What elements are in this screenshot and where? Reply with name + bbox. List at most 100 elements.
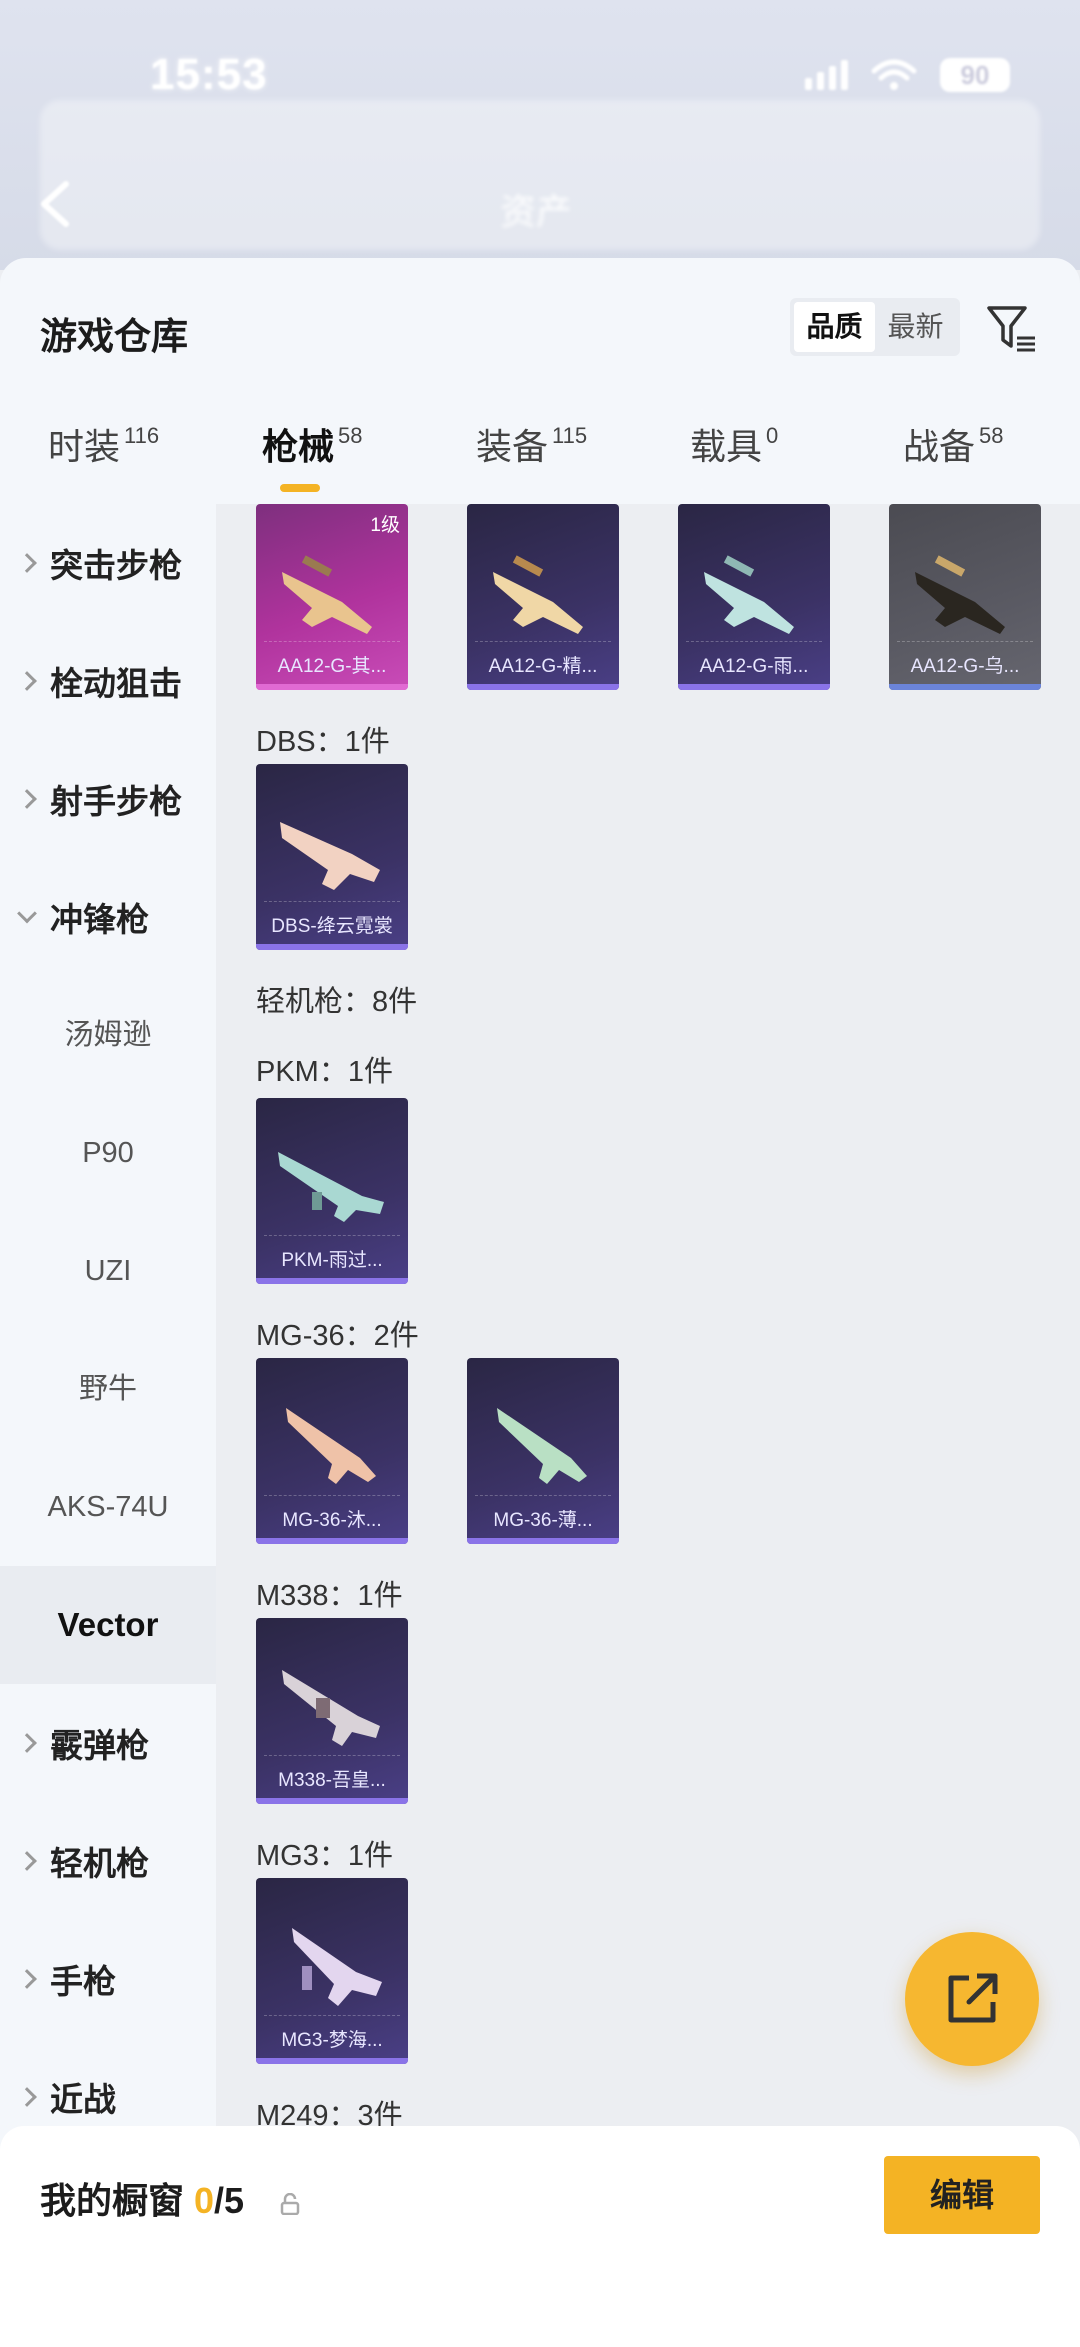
rarity-bar bbox=[256, 1798, 408, 1804]
tab-label: 时装 bbox=[48, 426, 121, 467]
card-divider bbox=[264, 1495, 400, 1496]
weapon-category-sidebar: 突击步枪 栓动狙击 射手步枪 冲锋枪 汤姆逊 P90 UZI 野牛 AKS-74… bbox=[0, 504, 216, 2174]
sidebar-item-label: 近战 bbox=[50, 2081, 116, 2118]
external-link-icon bbox=[948, 1973, 998, 2023]
sort-by-quality[interactable]: 品质 bbox=[794, 302, 875, 352]
sidebar-item-label: 射手步枪 bbox=[50, 783, 182, 820]
sidebar-subitem-p90[interactable]: P90 bbox=[0, 1094, 216, 1212]
weapon-card[interactable]: AA12-G-精... bbox=[467, 504, 619, 690]
rarity-bar bbox=[889, 684, 1041, 690]
weapon-card[interactable]: PKM-雨过... bbox=[256, 1098, 408, 1284]
showcase-title: 我的橱窗 bbox=[40, 2180, 185, 2221]
wifi-icon bbox=[871, 59, 917, 90]
weapon-name: MG-36-薄... bbox=[493, 1510, 593, 1531]
weapon-skin-icon bbox=[497, 1408, 587, 1484]
tab-count: 116 bbox=[124, 423, 160, 448]
weapon-skin-icon bbox=[915, 555, 1005, 634]
tab-equipment[interactable]: 装备 115 bbox=[476, 418, 587, 470]
rarity-bar bbox=[256, 1278, 408, 1284]
weapon-name: MG3-梦海... bbox=[281, 2030, 383, 2051]
weapon-card[interactable]: MG-36-薄... bbox=[467, 1358, 619, 1544]
showcase-bar: 我的橱窗 0/5 编辑 bbox=[0, 2126, 1080, 2347]
tab-label: 战备 bbox=[903, 426, 976, 467]
weapon-card[interactable]: M338-吾皇... bbox=[256, 1618, 408, 1804]
tab-label: 枪械 bbox=[262, 426, 335, 467]
tab-label: 载具 bbox=[690, 426, 763, 467]
card-divider bbox=[264, 1755, 400, 1756]
rarity-bar bbox=[256, 1538, 408, 1544]
sidebar-item-label: 突击步枪 bbox=[50, 547, 182, 584]
group-label-pkm: PKM：1件 bbox=[256, 1056, 393, 1088]
card-divider bbox=[475, 641, 611, 642]
rarity-bar bbox=[256, 944, 408, 950]
card-divider bbox=[686, 641, 822, 642]
card-divider bbox=[264, 1235, 400, 1236]
weapon-skin-icon bbox=[704, 555, 794, 634]
tab-vehicles[interactable]: 载具 0 bbox=[690, 418, 778, 470]
sort-by-newest[interactable]: 最新 bbox=[875, 302, 956, 352]
sidebar-item-smg[interactable]: 冲锋枪 bbox=[0, 858, 216, 976]
sidebar-item-pistol[interactable]: 手枪 bbox=[0, 1920, 216, 2038]
weapon-skin-icon bbox=[292, 1928, 382, 2006]
sidebar-item-label: 冲锋枪 bbox=[50, 901, 149, 938]
category-tabs: 时装 116 枪械 58 装备 115 载具 0 战备 58 bbox=[0, 418, 1080, 506]
sidebar-item-assault-rifle[interactable]: 突击步枪 bbox=[0, 504, 216, 622]
weapon-name: AA12-G-乌... bbox=[910, 656, 1020, 677]
sidebar-item-shotgun[interactable]: 霰弹枪 bbox=[0, 1684, 216, 1802]
filter-icon[interactable] bbox=[985, 302, 1039, 356]
share-fab-button[interactable] bbox=[905, 1932, 1039, 2066]
sort-segmented-control: 品质 最新 bbox=[790, 298, 960, 356]
tab-combat-gear[interactable]: 战备 58 bbox=[903, 418, 1004, 470]
sidebar-item-label: 霰弹枪 bbox=[50, 1727, 149, 1764]
sidebar-subitem-aks74u[interactable]: AKS-74U bbox=[0, 1448, 216, 1566]
sidebar-item-marksman-rifle[interactable]: 射手步枪 bbox=[0, 740, 216, 858]
lock-icon bbox=[280, 2193, 300, 2215]
edit-button[interactable]: 编辑 bbox=[884, 2156, 1040, 2234]
sidebar-subitem-thompson[interactable]: 汤姆逊 bbox=[0, 976, 216, 1094]
showcase-label: 我的橱窗 0/5 bbox=[40, 2172, 300, 2224]
weapon-name: AA12-G-精... bbox=[488, 656, 598, 677]
chevron-right-icon bbox=[17, 789, 37, 809]
sheet-title: 游戏仓库 bbox=[40, 316, 188, 357]
status-icons: 90 bbox=[805, 58, 1010, 92]
chevron-right-icon bbox=[17, 1969, 37, 1989]
tab-fashion[interactable]: 时装 116 bbox=[48, 418, 159, 470]
card-divider bbox=[264, 641, 400, 642]
sidebar-item-bolt-sniper[interactable]: 栓动狙击 bbox=[0, 622, 216, 740]
showcase-total: /5 bbox=[214, 2180, 245, 2221]
background-title: 资产 bbox=[500, 191, 573, 232]
weapon-card[interactable]: AA12-G-雨... bbox=[678, 504, 830, 690]
weapon-card[interactable]: AA12-G-乌... bbox=[889, 504, 1041, 690]
weapon-card[interactable]: 1级 AA12-G-其... bbox=[256, 504, 408, 690]
group-label-mg3: MG3：1件 bbox=[256, 1840, 393, 1872]
sidebar-item-label: 手枪 bbox=[50, 1963, 116, 2000]
tab-firearms[interactable]: 枪械 58 bbox=[262, 418, 363, 470]
weapon-card[interactable]: MG3-梦海... bbox=[256, 1878, 408, 2064]
sidebar-item-lmg[interactable]: 轻机枪 bbox=[0, 1802, 216, 1920]
weapon-name: AA12-G-其... bbox=[277, 656, 387, 677]
sidebar-item-label: 轻机枪 bbox=[50, 1845, 149, 1882]
card-divider bbox=[264, 2015, 400, 2016]
chevron-right-icon bbox=[17, 2087, 37, 2107]
tab-count: 58 bbox=[338, 423, 363, 448]
weapon-skin-icon bbox=[286, 1408, 376, 1484]
chevron-down-icon bbox=[17, 903, 37, 924]
sidebar-subitem-vector[interactable]: Vector bbox=[0, 1566, 216, 1684]
tab-label: 装备 bbox=[476, 426, 549, 467]
weapon-skin-icon bbox=[280, 822, 380, 890]
battery-indicator: 90 bbox=[940, 58, 1010, 92]
status-time: 15:53 bbox=[150, 50, 268, 99]
back-arrow-icon[interactable] bbox=[36, 180, 76, 228]
rarity-bar bbox=[467, 684, 619, 690]
chevron-right-icon bbox=[17, 1733, 37, 1753]
weapon-inventory-list: 1级 AA12-G-其... AA12-G-精... AA12-G-雨... A… bbox=[216, 504, 1080, 2174]
weapon-name: PKM-雨过... bbox=[281, 1250, 383, 1271]
weapon-card[interactable]: DBS-绛云霓裳 bbox=[256, 764, 408, 950]
chevron-right-icon bbox=[17, 671, 37, 691]
weapon-card[interactable]: MG-36-沐... bbox=[256, 1358, 408, 1544]
weapon-name: AA12-G-雨... bbox=[699, 656, 809, 677]
tab-count: 0 bbox=[766, 423, 779, 448]
weapon-skin-icon bbox=[282, 555, 372, 634]
sidebar-subitem-bizon[interactable]: 野牛 bbox=[0, 1330, 216, 1448]
sidebar-subitem-uzi[interactable]: UZI bbox=[0, 1212, 216, 1330]
